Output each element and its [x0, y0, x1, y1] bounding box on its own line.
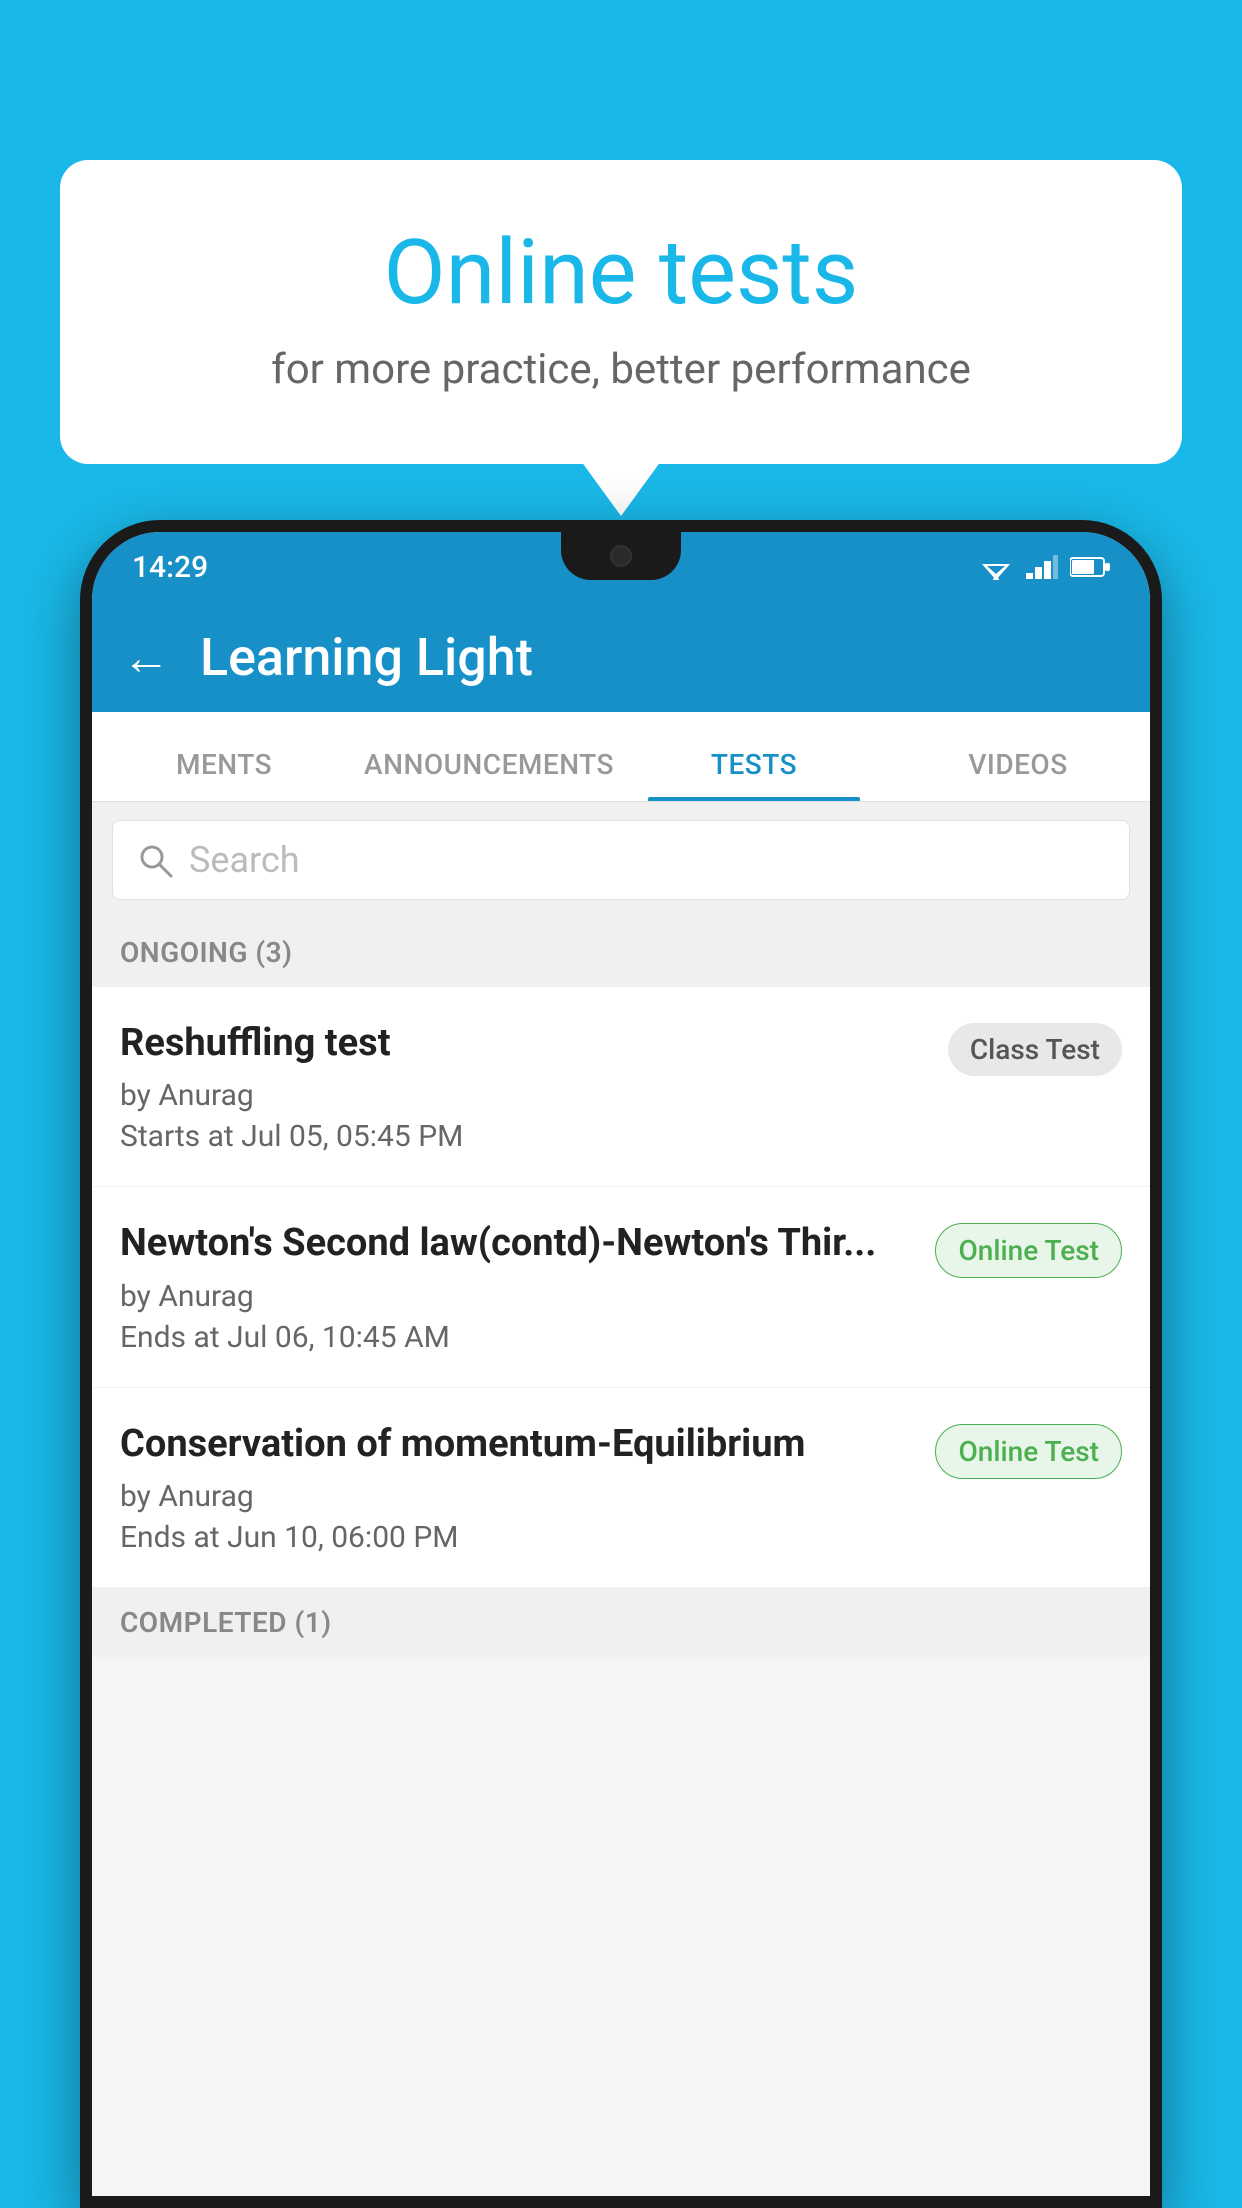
search-placeholder: Search [189, 839, 300, 881]
app-title: Learning Light [200, 627, 533, 688]
test-name: Conservation of momentum-Equilibrium [120, 1420, 915, 1469]
promo-bubble: Online tests for more practice, better p… [60, 160, 1182, 464]
camera-icon [610, 545, 632, 567]
bubble-subtitle: for more practice, better performance [140, 345, 1102, 394]
test-item[interactable]: Reshuffling test by Anurag Starts at Jul… [92, 987, 1150, 1187]
test-list: Reshuffling test by Anurag Starts at Jul… [92, 987, 1150, 1588]
test-time: Starts at Jul 05, 05:45 PM [120, 1119, 928, 1154]
bubble-card: Online tests for more practice, better p… [60, 160, 1182, 464]
test-info: Reshuffling test by Anurag Starts at Jul… [120, 1019, 928, 1154]
test-author: by Anurag [120, 1479, 915, 1514]
status-bar: 14:29 [92, 532, 1150, 602]
bubble-title: Online tests [140, 220, 1102, 325]
tab-ments[interactable]: MENTS [92, 728, 356, 801]
section-ongoing-header: ONGOING (3) [92, 918, 1150, 987]
test-author: by Anurag [120, 1078, 928, 1113]
search-container: Search [92, 802, 1150, 918]
test-author: by Anurag [120, 1279, 915, 1314]
test-info: Conservation of momentum-Equilibrium by … [120, 1420, 915, 1555]
search-box[interactable]: Search [112, 820, 1130, 900]
tab-announcements[interactable]: ANNOUNCEMENTS [356, 728, 622, 801]
tab-tests[interactable]: TESTS [622, 728, 886, 801]
search-icon [137, 842, 173, 878]
section-completed-header: COMPLETED (1) [92, 1588, 1150, 1657]
test-time: Ends at Jun 10, 06:00 PM [120, 1520, 915, 1555]
tab-videos[interactable]: VIDEOS [886, 728, 1150, 801]
tab-bar: MENTS ANNOUNCEMENTS TESTS VIDEOS [92, 712, 1150, 802]
battery-icon [1070, 556, 1110, 578]
status-icons [978, 554, 1110, 580]
test-time: Ends at Jul 06, 10:45 AM [120, 1320, 915, 1355]
test-badge-online: Online Test [935, 1424, 1122, 1479]
test-name: Newton's Second law(contd)-Newton's Thir… [120, 1219, 915, 1268]
notch [561, 532, 681, 580]
test-item[interactable]: Newton's Second law(contd)-Newton's Thir… [92, 1187, 1150, 1387]
phone-frame: 14:29 [80, 520, 1162, 2208]
test-badge-class: Class Test [948, 1023, 1122, 1076]
app-bar: ← Learning Light [92, 602, 1150, 712]
signal-icon [1026, 555, 1058, 579]
wifi-icon [978, 554, 1014, 580]
phone-screen: 14:29 [92, 532, 1150, 2196]
back-button[interactable]: ← [122, 629, 170, 686]
status-time: 14:29 [132, 550, 208, 585]
test-name: Reshuffling test [120, 1019, 928, 1068]
test-item[interactable]: Conservation of momentum-Equilibrium by … [92, 1388, 1150, 1588]
test-info: Newton's Second law(contd)-Newton's Thir… [120, 1219, 915, 1354]
test-badge-online: Online Test [935, 1223, 1122, 1278]
